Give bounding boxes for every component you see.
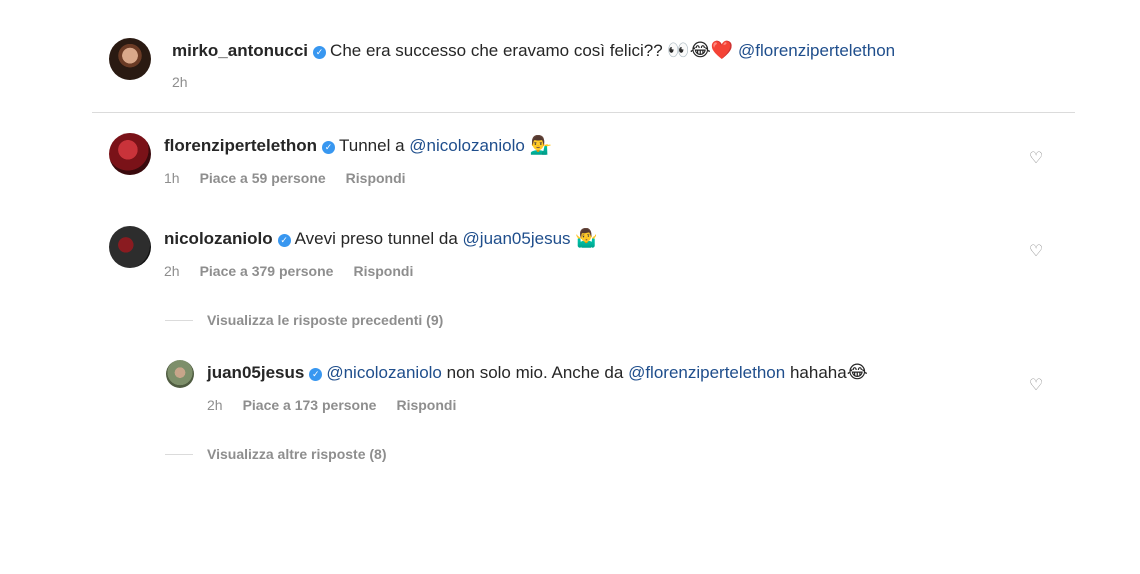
reply-text: non solo mio. Anche da <box>446 363 624 382</box>
post-username[interactable]: mirko_antonucci <box>172 41 308 60</box>
comment-text: Tunnel a <box>339 136 405 155</box>
post-text: Che era successo che eravamo così felici… <box>330 41 663 60</box>
reply-1: juan05jesus ✓ @nicolozaniolo non solo mio.… <box>207 362 868 384</box>
reply-mention-1[interactable]: @nicolozaniolo <box>326 363 442 382</box>
avatar-florenzipertelethon[interactable] <box>109 133 151 175</box>
comment-username[interactable]: nicolozaniolo <box>164 229 273 248</box>
view-more-replies[interactable]: Visualizza altre risposte (8) <box>165 445 386 463</box>
reply-likes[interactable]: Piace a 173 persone <box>243 397 377 413</box>
post-emojis: 👀😂❤️ <box>667 40 734 61</box>
view-previous-replies[interactable]: Visualizza le risposte precedenti (9) <box>165 311 443 329</box>
reply-username[interactable]: juan05jesus <box>207 363 304 382</box>
heart-outline-icon[interactable]: ♡ <box>1028 243 1044 259</box>
avatar-mirko-antonucci[interactable] <box>109 38 151 80</box>
verified-badge-icon: ✓ <box>277 234 291 247</box>
avatar-nicolozaniolo[interactable] <box>109 226 151 268</box>
reply-emoji: 😂 <box>846 362 868 383</box>
avatar-juan05jesus[interactable] <box>166 360 194 388</box>
comment-1: florenzipertelethon ✓ Tunnel a @nicolozani… <box>164 135 552 157</box>
verified-badge-icon: ✓ <box>309 368 323 381</box>
view-more-label: Visualizza altre risposte (8) <box>207 446 387 462</box>
divider <box>92 112 1075 113</box>
verified-badge-icon: ✓ <box>313 46 327 59</box>
comment-emoji: 💁‍♂️ <box>529 135 552 156</box>
replies-dash <box>165 454 193 455</box>
post-time[interactable]: 2h <box>172 74 188 90</box>
reply-mention-2[interactable]: @florenzipertelethon <box>628 363 785 382</box>
replies-dash <box>165 320 193 321</box>
verified-badge-icon: ✓ <box>322 141 336 154</box>
reply-1-meta: 2h Piace a 173 persone Rispondi <box>207 396 456 414</box>
comment-2: nicolozaniolo ✓ Avevi preso tunnel da @jua… <box>164 228 598 250</box>
comment-text: Avevi preso tunnel da <box>294 229 458 248</box>
comment-time[interactable]: 2h <box>164 263 180 279</box>
reply-button[interactable]: Rispondi <box>396 397 456 413</box>
reply-text-after: hahaha <box>789 363 847 382</box>
reply-time[interactable]: 2h <box>207 397 223 413</box>
heart-outline-icon[interactable]: ♡ <box>1028 377 1044 393</box>
comment-emoji: 🤷‍♂️ <box>575 228 598 249</box>
post-meta: 2h <box>172 73 188 91</box>
comment-username[interactable]: florenzipertelethon <box>164 136 317 155</box>
comment-likes[interactable]: Piace a 379 persone <box>200 263 334 279</box>
comment-time[interactable]: 1h <box>164 170 180 186</box>
reply-button[interactable]: Rispondi <box>353 263 413 279</box>
comment-likes[interactable]: Piace a 59 persone <box>200 170 326 186</box>
reply-button[interactable]: Rispondi <box>346 170 406 186</box>
post-caption: mirko_antonucci ✓ Che era successo che era… <box>172 40 895 62</box>
heart-outline-icon[interactable]: ♡ <box>1028 150 1044 166</box>
post-mention[interactable]: @florenzipertelethon <box>738 41 895 60</box>
comment-2-meta: 2h Piace a 379 persone Rispondi <box>164 262 413 280</box>
comment-mention[interactable]: @nicolozaniolo <box>409 136 525 155</box>
comment-mention[interactable]: @juan05jesus <box>463 229 571 248</box>
comment-1-meta: 1h Piace a 59 persone Rispondi <box>164 169 406 187</box>
view-previous-label: Visualizza le risposte precedenti (9) <box>207 312 444 328</box>
